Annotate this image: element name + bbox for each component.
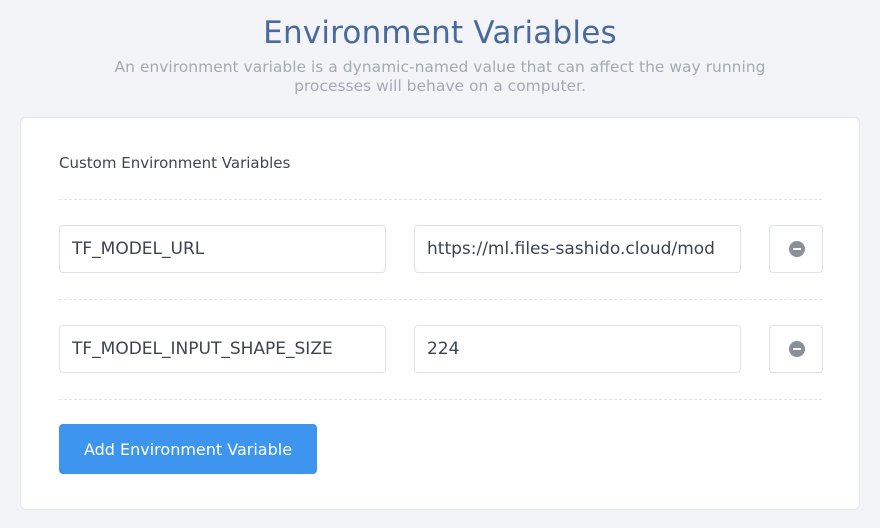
remove-variable-button[interactable] [769, 325, 823, 373]
variable-value-input[interactable] [414, 325, 741, 373]
variables-card: Custom Environment Variables Add Environ… [20, 117, 860, 510]
minus-circle-icon [789, 341, 805, 357]
add-environment-variable-button[interactable]: Add Environment Variable [59, 424, 317, 474]
environment-variables-page: Environment Variables An environment var… [0, 0, 880, 528]
variable-name-input[interactable] [59, 325, 386, 373]
variable-name-input[interactable] [59, 225, 386, 273]
divider [59, 199, 822, 200]
variable-value-input[interactable] [414, 225, 741, 273]
section-title: Custom Environment Variables [59, 154, 291, 172]
remove-variable-button[interactable] [769, 225, 823, 273]
minus-circle-icon [789, 241, 805, 257]
divider [59, 399, 822, 400]
page-subtitle: An environment variable is a dynamic-nam… [114, 58, 766, 95]
divider [59, 299, 822, 300]
page-title: Environment Variables [263, 15, 617, 51]
